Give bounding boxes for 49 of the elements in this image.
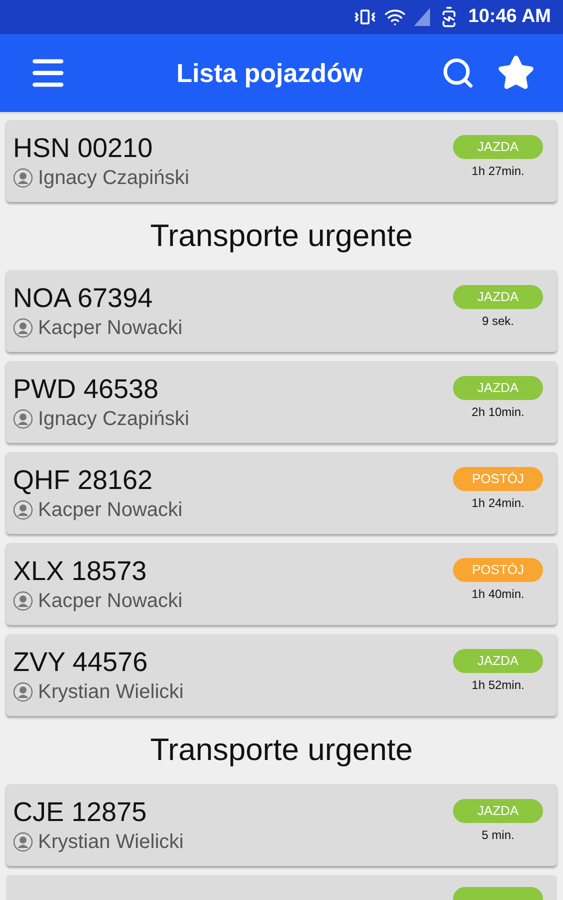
- person-icon: [13, 168, 33, 188]
- driver-name: Kacper Nowacki: [38, 316, 183, 341]
- person-icon: [13, 500, 33, 520]
- person-icon: [13, 682, 33, 702]
- driver-name: Krystian Wielicki: [38, 830, 184, 855]
- status-badge: JAZDA: [453, 284, 543, 308]
- duration-label: 2h 10min.: [472, 404, 524, 420]
- vehicle-card[interactable]: ZVY 44576 Krystian Wielicki JAZDA 1h 52min.: [6, 634, 557, 716]
- duration-label: 9 sek.: [482, 312, 514, 330]
- vehicle-card[interactable]: XLX 18573 Kacper Nowacki POSTÓJ 1h 40min.: [6, 543, 557, 625]
- duration-label: 1h 52min.: [472, 676, 524, 694]
- duration-label: 5 min.: [482, 826, 514, 844]
- person-icon: [13, 591, 33, 611]
- vehicle-card[interactable]: PWD 46538 Ignacy Czapiński JAZDA 2h 10min.: [6, 361, 557, 443]
- status-badge: JAZDA: [453, 376, 543, 400]
- plate-number: ZVY 44576: [13, 646, 149, 679]
- plate-number: XLX 18573: [13, 555, 148, 588]
- vehicle-card[interactable]: HSN 00210 Ignacy Czapiński JAZDA 1h 27min.: [6, 120, 557, 202]
- screen-title: Lista pojazdów: [175, 56, 364, 90]
- driver-name: Ignacy Czapiński: [38, 407, 190, 432]
- plate-number: PWD 46538: [13, 373, 160, 406]
- status-badge: POSTÓJ: [453, 558, 543, 582]
- plate-number: QHF 28162: [13, 464, 154, 497]
- driver-name: Kacper Nowacki: [38, 498, 183, 523]
- duration-label: 1h 40min.: [472, 586, 524, 602]
- person-icon: [13, 832, 33, 852]
- plate-number: CJE 12875: [13, 796, 148, 829]
- section-header: Transporte urgente: [150, 730, 413, 769]
- status-badge: JAZDA: [453, 798, 543, 822]
- plate-number: NOA 67394: [13, 282, 154, 315]
- vehicle-card[interactable]: CJE 12875 Krystian Wielicki JAZDA 5 min.: [6, 784, 557, 866]
- status-badge: JAZDA: [453, 648, 543, 672]
- duration-label: 1h 24min.: [472, 494, 524, 512]
- plate-number: HSN 00210: [13, 132, 154, 165]
- vehicle-card[interactable]: NOA 67394 Kacper Nowacki JAZDA 9 sek.: [6, 270, 557, 352]
- driver-name: Krystian Wielicki: [38, 680, 184, 705]
- person-icon: [13, 409, 33, 429]
- status-badge: JAZDA: [453, 134, 543, 158]
- search-icon[interactable]: [441, 56, 475, 90]
- clock-time: 10:46 AM: [468, 4, 551, 29]
- vehicle-card[interactable]: QHF 28162 Kacper Nowacki POSTÓJ 1h 24min.: [6, 452, 557, 534]
- duration-label: 1h 27min.: [472, 162, 524, 180]
- status-badge: POSTÓJ: [453, 466, 543, 490]
- signal-icon: [414, 8, 430, 26]
- person-icon: [13, 318, 33, 338]
- section-header: Transporte urgente: [150, 216, 413, 255]
- favorites-icon[interactable]: [497, 54, 535, 92]
- driver-name: Kacper Nowacki: [38, 589, 183, 614]
- driver-name: Ignacy Czapiński: [38, 166, 190, 191]
